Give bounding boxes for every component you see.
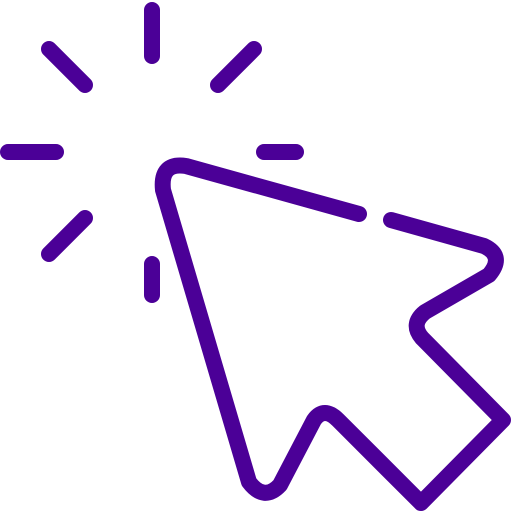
click-burst — [0, 2, 304, 303]
ray-top-left — [41, 41, 93, 93]
ray-top-right — [210, 41, 262, 93]
click-icon-canvas — [0, 0, 512, 512]
ray-bottom-left — [41, 210, 93, 262]
cursor-click-icon — [0, 2, 511, 511]
cursor-arrow-outline — [154, 157, 511, 511]
